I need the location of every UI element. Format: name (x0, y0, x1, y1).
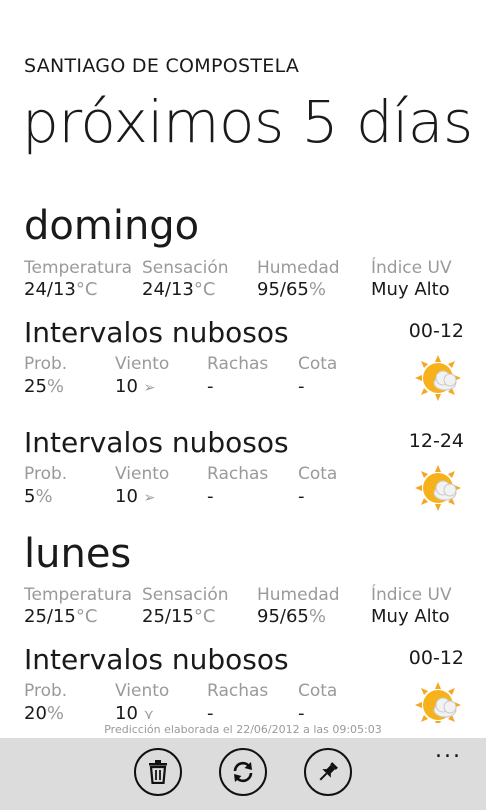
snow-level-label: Cota (298, 354, 338, 374)
gusts-value: - (207, 376, 214, 397)
condition-text: Intervalos nubosos (24, 643, 289, 676)
gusts-block: Rachas - (207, 681, 268, 723)
prob-label: Prob. (24, 681, 68, 701)
refresh-icon (233, 761, 253, 783)
prob-value: 25 (24, 376, 47, 397)
delete-button[interactable] (134, 748, 182, 796)
wind-value: 10 (115, 703, 138, 723)
gusts-label: Rachas (207, 681, 269, 701)
prob-value: 20 (24, 703, 47, 723)
temperature-block: Temperatura 24/13°C (24, 258, 132, 302)
temperature-label: Temperatura (24, 258, 133, 278)
gusts-block: Rachas - (207, 354, 268, 400)
wind-direction-icon: ➢ (143, 490, 156, 506)
forecast-timestamp: Predicción elaborada el 22/06/2012 a las… (104, 723, 382, 736)
uv-value: Muy Alto (371, 279, 450, 300)
humidity-label: Humedad (257, 585, 340, 605)
temp-unit: °C (75, 279, 98, 300)
wind-value: 10 (115, 376, 138, 397)
time-range: 12-24 (408, 430, 464, 452)
humidity-block: Humedad 95/65% (257, 258, 340, 302)
forecast-period: Intervalos nubosos 00-12 Prob. 20% Vient… (24, 643, 464, 723)
gusts-label: Rachas (207, 464, 269, 484)
gusts-label: Rachas (207, 354, 269, 374)
humidity-label: Humedad (257, 258, 340, 278)
day-summary: Temperatura 25/15°C Sensación 25/15°C Hu… (24, 585, 484, 635)
wind-label: Viento (115, 464, 170, 484)
uv-label: Índice UV (371, 585, 452, 605)
humidity-value: 95/65 (257, 279, 309, 300)
percent-unit: % (35, 486, 53, 507)
prob-label: Prob. (24, 464, 68, 484)
partly-cloudy-icon (415, 465, 461, 511)
app-bar: ... (0, 738, 486, 810)
snow-level-label: Cota (298, 464, 338, 484)
prob-block: Prob. 20% (24, 681, 67, 723)
wind-label: Viento (115, 681, 170, 701)
percent-unit: % (46, 376, 65, 397)
pin-icon (319, 762, 338, 781)
percent-unit: % (308, 279, 326, 300)
feels-like-label: Sensación (142, 258, 229, 278)
feels-like-block: Sensación 25/15°C (142, 585, 229, 629)
humidity-value: 95/65 (257, 606, 309, 627)
page-title: próximos 5 días (22, 88, 473, 156)
snow-level-label: Cota (298, 681, 338, 701)
wind-block: Viento 10 ➢ (115, 354, 169, 401)
uv-label: Índice UV (371, 258, 452, 278)
wind-value: 10 (115, 486, 138, 507)
partly-cloudy-icon (415, 355, 461, 401)
gusts-block: Rachas - (207, 464, 268, 510)
wind-direction-icon: ⋎ (143, 707, 154, 723)
wind-block: Viento 10 ⋎ (115, 681, 169, 723)
day-summary: Temperatura 24/13°C Sensación 24/13°C Hu… (24, 258, 484, 308)
temp-unit: °C (75, 606, 98, 627)
forecast-period: Intervalos nubosos 00-12 Prob. 25% Vient… (24, 316, 464, 416)
temperature-label: Temperatura (24, 585, 133, 605)
uv-value: Muy Alto (371, 606, 450, 627)
snow-level-block: Cota - (298, 354, 337, 400)
refresh-button[interactable] (219, 748, 267, 796)
temperature-block: Temperatura 25/15°C (24, 585, 132, 629)
snow-level-value: - (298, 703, 305, 723)
pin-button[interactable] (304, 748, 352, 796)
forecast-period: Intervalos nubosos 12-24 Prob. 5% Viento… (24, 426, 464, 526)
gusts-value: - (207, 486, 214, 507)
wind-label: Viento (115, 354, 170, 374)
prob-block: Prob. 5% (24, 464, 67, 510)
wind-block: Viento 10 ➢ (115, 464, 169, 511)
partly-cloudy-icon (415, 682, 461, 723)
percent-unit: % (308, 606, 326, 627)
delete-icon (149, 760, 167, 784)
time-range: 00-12 (408, 647, 464, 669)
time-range: 00-12 (408, 320, 464, 342)
temperature-value: 25/15 (24, 606, 76, 627)
condition-text: Intervalos nubosos (24, 316, 289, 349)
percent-unit: % (46, 703, 65, 723)
snow-level-value: - (298, 486, 305, 507)
more-options-button[interactable]: ... (435, 738, 462, 763)
feels-like-block: Sensación 24/13°C (142, 258, 229, 302)
feels-like-label: Sensación (142, 585, 229, 605)
prob-label: Prob. (24, 354, 68, 374)
prob-value: 5 (24, 486, 36, 507)
day-heading: domingo (24, 203, 200, 249)
snow-level-value: - (298, 376, 305, 397)
day-heading: lunes (24, 531, 132, 577)
wind-direction-icon: ➢ (143, 380, 156, 396)
snow-level-block: Cota - (298, 681, 337, 723)
humidity-block: Humedad 95/65% (257, 585, 340, 629)
feels-like-value: 24/13 (142, 279, 194, 300)
uv-block: Índice UV Muy Alto (371, 585, 452, 629)
gusts-value: - (207, 703, 214, 723)
temperature-value: 24/13 (24, 279, 76, 300)
feels-like-value: 25/15 (142, 606, 194, 627)
temp-unit: °C (193, 606, 216, 627)
condition-text: Intervalos nubosos (24, 426, 289, 459)
uv-block: Índice UV Muy Alto (371, 258, 452, 302)
city-name: SANTIAGO DE COMPOSTELA (24, 55, 300, 77)
prob-block: Prob. 25% (24, 354, 67, 400)
temp-unit: °C (193, 279, 216, 300)
snow-level-block: Cota - (298, 464, 337, 510)
